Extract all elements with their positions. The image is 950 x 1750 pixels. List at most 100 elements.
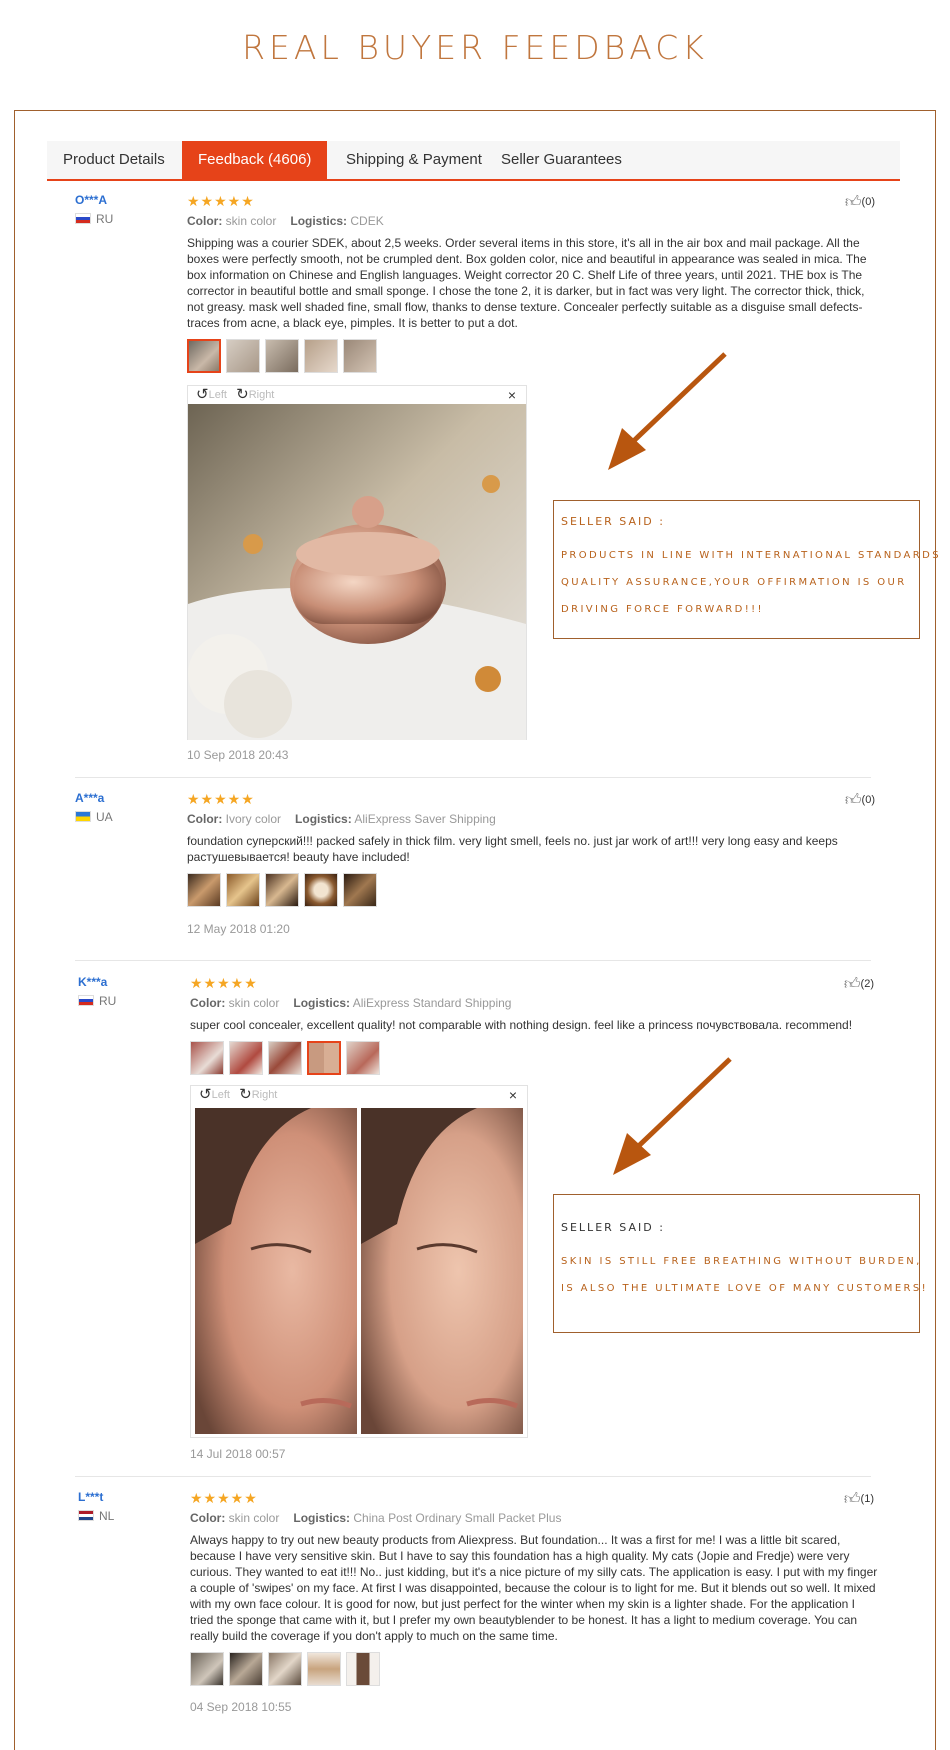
photo-thumbnail[interactable] <box>346 1041 380 1075</box>
ukraine-flag-icon <box>75 811 91 822</box>
photo-thumbnail[interactable] <box>307 1652 341 1686</box>
photo-viewer: ↺Left ↻Right × <box>187 385 527 740</box>
photo-thumbnail[interactable] <box>268 1652 302 1686</box>
tab-product-details[interactable]: Product Details <box>47 141 181 179</box>
photo-thumbnail[interactable] <box>190 1652 224 1686</box>
review-date: 04 Sep 2018 10:55 <box>190 1700 292 1714</box>
helpful-button[interactable]: 👍︎(1) <box>844 1490 874 1509</box>
reviewer-country: RU <box>75 212 113 226</box>
page-title: REAL BUYER FEEDBACK <box>242 28 708 67</box>
photo-thumbnails <box>190 1041 880 1079</box>
reviewer-name[interactable]: K***a <box>78 975 107 989</box>
rotate-left-button[interactable]: ↺Left <box>199 1086 230 1103</box>
photo-viewer: ↺Left ↻Right × <box>190 1085 528 1438</box>
rotate-right-button[interactable]: ↻Right <box>239 1086 278 1103</box>
country-code: UA <box>96 810 113 824</box>
star-rating: ★★★★★ <box>187 193 255 209</box>
tab-bar: Product Details Feedback (4606) Shipping… <box>47 141 900 181</box>
logistics-label: Logistics: <box>295 812 352 826</box>
photo-thumbnail[interactable] <box>190 1041 224 1075</box>
like-count: (0) <box>861 196 875 208</box>
like-count: (2) <box>860 978 874 990</box>
logistics-label: Logistics: <box>290 214 348 228</box>
logistics-label: Logistics: <box>293 996 351 1010</box>
tab-feedback[interactable]: Feedback (4606) <box>182 141 328 179</box>
review-meta: Color: skin color Logistics: AliExpress S… <box>190 996 880 1010</box>
netherlands-flag-icon <box>78 1510 94 1521</box>
photo-thumbnail[interactable] <box>304 873 338 907</box>
review-photo-before-after <box>195 1108 523 1434</box>
reviewer-name[interactable]: A***a <box>75 791 104 805</box>
arrow-icon <box>608 352 727 470</box>
seller-reply-line: QUALITY ASSURANCE,YOUR OFFIRMATION IS OU… <box>561 577 907 588</box>
thumbs-up-icon: 👍︎ <box>844 194 862 211</box>
review-photo-cosmetic-jar <box>188 404 526 740</box>
photo-thumbnail[interactable] <box>265 339 299 373</box>
russia-flag-icon <box>75 213 91 224</box>
helpful-button[interactable]: 👍︎(0) <box>845 193 875 212</box>
viewer-toolbar: ↺Left ↻Right × <box>188 386 526 404</box>
review-divider <box>75 960 871 961</box>
close-icon[interactable]: × <box>508 386 516 404</box>
seller-reply-line: SKIN IS STILL FREE BREATHING WITHOUT BUR… <box>561 1256 922 1267</box>
seller-reply-line: IS ALSO THE ULTIMATE LOVE OF MANY CUSTOM… <box>561 1283 929 1294</box>
photo-thumbnail[interactable] <box>346 1652 380 1686</box>
photo-thumbnail[interactable] <box>226 339 260 373</box>
review-divider <box>75 777 871 778</box>
review-text: super cool concealer, excellent quality!… <box>190 1018 853 1032</box>
review-date: 10 Sep 2018 20:43 <box>187 748 289 762</box>
rotate-right-label: Right <box>251 1089 278 1101</box>
country-code: RU <box>96 212 114 226</box>
thumbs-up-icon: 👍︎ <box>843 1491 861 1508</box>
rotate-right-button[interactable]: ↻Right <box>236 386 275 403</box>
review-divider <box>75 1476 871 1477</box>
photo-thumbnail[interactable] <box>229 1652 263 1686</box>
viewer-toolbar: ↺Left ↻Right × <box>191 1086 527 1104</box>
logistics-value: AliExpress Standard Shipping <box>352 996 512 1010</box>
logistics-value: CDEK <box>350 214 384 228</box>
color-value: skin color <box>225 214 277 228</box>
review-text: foundation суперский!!! packed safely in… <box>187 834 838 864</box>
color-value: skin color <box>228 996 280 1010</box>
photo-thumbnail[interactable] <box>265 873 299 907</box>
photo-thumbnail[interactable] <box>187 339 221 373</box>
color-value: skin color <box>228 1511 280 1525</box>
rotate-left-icon: ↺ <box>196 386 209 403</box>
tab-seller-guarantees[interactable]: Seller Guarantees <box>485 141 638 179</box>
photo-thumbnails <box>190 1652 880 1690</box>
photo-thumbnail[interactable] <box>226 873 260 907</box>
thumbs-up-icon: 👍︎ <box>844 792 862 809</box>
review-date: 12 May 2018 01:20 <box>187 922 290 936</box>
seller-reply-heading: SELLER SAID : <box>561 515 665 528</box>
thumbs-up-icon: 👍︎ <box>843 976 861 993</box>
color-label: Color: <box>187 214 223 228</box>
like-count: (1) <box>860 1493 874 1505</box>
close-icon[interactable]: × <box>509 1086 517 1104</box>
seller-reply-line: DRIVING FORCE FORWARD!!! <box>561 604 764 615</box>
tab-shipping-payment[interactable]: Shipping & Payment <box>330 141 498 179</box>
review-text: Always happy to try out new beauty produ… <box>190 1533 878 1643</box>
country-code: RU <box>99 994 117 1008</box>
helpful-button[interactable]: 👍︎(0) <box>845 791 875 810</box>
arrow-icon <box>613 1057 732 1175</box>
rotate-left-button[interactable]: ↺Left <box>196 386 227 403</box>
helpful-button[interactable]: 👍︎(2) <box>844 975 874 994</box>
photo-thumbnail[interactable] <box>229 1041 263 1075</box>
photo-thumbnail[interactable] <box>304 339 338 373</box>
color-label: Color: <box>190 996 226 1010</box>
photo-thumbnail[interactable] <box>187 873 221 907</box>
reviewer-name[interactable]: O***A <box>75 193 107 207</box>
photo-thumbnail[interactable] <box>268 1041 302 1075</box>
star-rating: ★★★★★ <box>190 1490 258 1506</box>
star-rating: ★★★★★ <box>187 791 255 807</box>
seller-reply-box: SELLER SAID : SKIN IS STILL FREE BREATHI… <box>553 1194 929 1333</box>
photo-thumbnail[interactable] <box>307 1041 341 1075</box>
color-value: Ivory color <box>225 812 282 826</box>
reviewer-name[interactable]: L***t <box>78 1490 103 1504</box>
review-text: Shipping was a courier SDEK, about 2,5 w… <box>187 236 867 330</box>
rotate-left-label: Left <box>211 1089 230 1101</box>
photo-thumbnail[interactable] <box>343 339 377 373</box>
seller-reply-heading: SELLER SAID : <box>561 1221 665 1234</box>
photo-thumbnail[interactable] <box>343 873 377 907</box>
rotate-right-label: Right <box>248 389 275 401</box>
